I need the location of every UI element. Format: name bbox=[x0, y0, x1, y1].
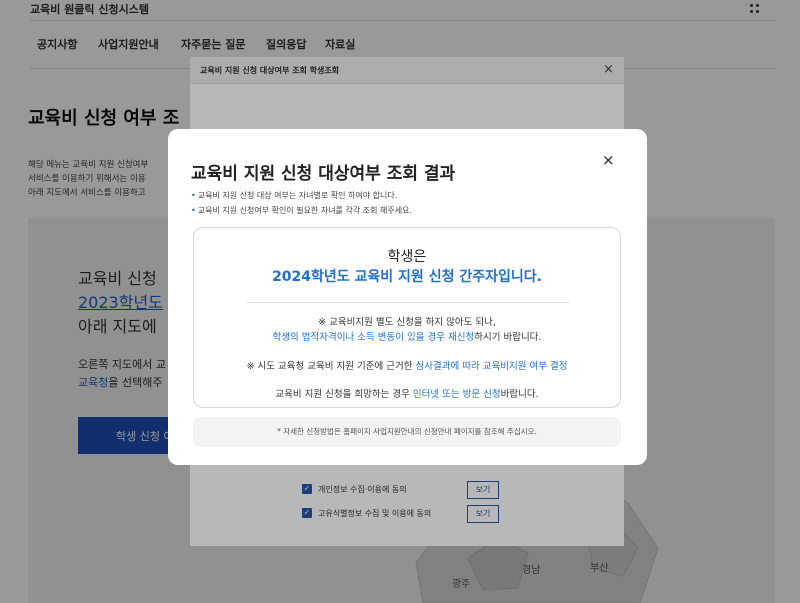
notice-list: • 교육비 지원 신청 대상 여부는 자녀별로 확인 하여야 합니다. • 교육비 … bbox=[191, 188, 412, 218]
note-highlight: 인터넷 또는 방문 신청 bbox=[412, 389, 501, 400]
note-line: 학생의 법적자격이나 소득 변동이 있을 경우 재신청하시기 바랍니다. bbox=[194, 329, 620, 343]
close-icon[interactable]: × bbox=[602, 151, 615, 169]
note-text: ※ 시도 교육청 교육비 지원 기준에 근거한 bbox=[246, 361, 416, 372]
notice-item: • 교육비 지원 신청여부 확인이 필요한 자녀를 각각 조회 해주세요. bbox=[191, 203, 412, 218]
note-text: 하시기 바랍니다. bbox=[474, 332, 542, 343]
notice-text: 교육비 지원 신청 대상 여부는 자녀별로 확인 하여야 합니다. bbox=[197, 191, 398, 200]
result-modal: 교육비 지원 신청 대상여부 조회 결과 × • 교육비 지원 신청 대상 여부는… bbox=[168, 129, 647, 465]
note-text: 바랍니다. bbox=[500, 389, 539, 400]
bullet-icon: • bbox=[191, 206, 196, 215]
notice-text: 교육비 지원 신청여부 확인이 필요한 자녀를 각각 조회 해주세요. bbox=[197, 206, 412, 215]
footer-note: * 자세한 신청방법은 홈페이지 사업지원안내의 신청안내 페이지를 참조해 주… bbox=[193, 417, 621, 447]
result-box: 학생은 2024학년도 교육비 지원 신청 간주자입니다. ※ 교육비지원 별도… bbox=[193, 227, 621, 408]
note-text: 교육비 지원 신청을 희망하는 경우 bbox=[275, 389, 413, 400]
modal-title: 교육비 지원 신청 대상여부 조회 결과 bbox=[191, 164, 456, 184]
result-status: 2024학년도 교육비 지원 신청 간주자입니다. bbox=[272, 269, 542, 285]
note-line: ※ 시도 교육청 교육비 지원 기준에 근거한 심사결과에 따라 교육비지원 여… bbox=[194, 358, 620, 372]
divider bbox=[246, 302, 570, 303]
note-line: 교육비 지원 신청을 희망하는 경우 인터넷 또는 방문 신청바랍니다. bbox=[194, 386, 620, 400]
note-highlight: 심사결과에 따라 교육비지원 여부 결정 bbox=[415, 361, 568, 372]
note-highlight: 학생의 법적자격이나 소득 변동이 있을 경우 재신청 bbox=[272, 332, 475, 343]
note-line: ※ 교육비지원 별도 신청을 하지 않아도 되나, bbox=[318, 317, 496, 328]
result-student: 학생은 bbox=[387, 249, 427, 265]
bullet-icon: • bbox=[191, 191, 196, 200]
notice-item: • 교육비 지원 신청 대상 여부는 자녀별로 확인 하여야 합니다. bbox=[191, 188, 412, 203]
